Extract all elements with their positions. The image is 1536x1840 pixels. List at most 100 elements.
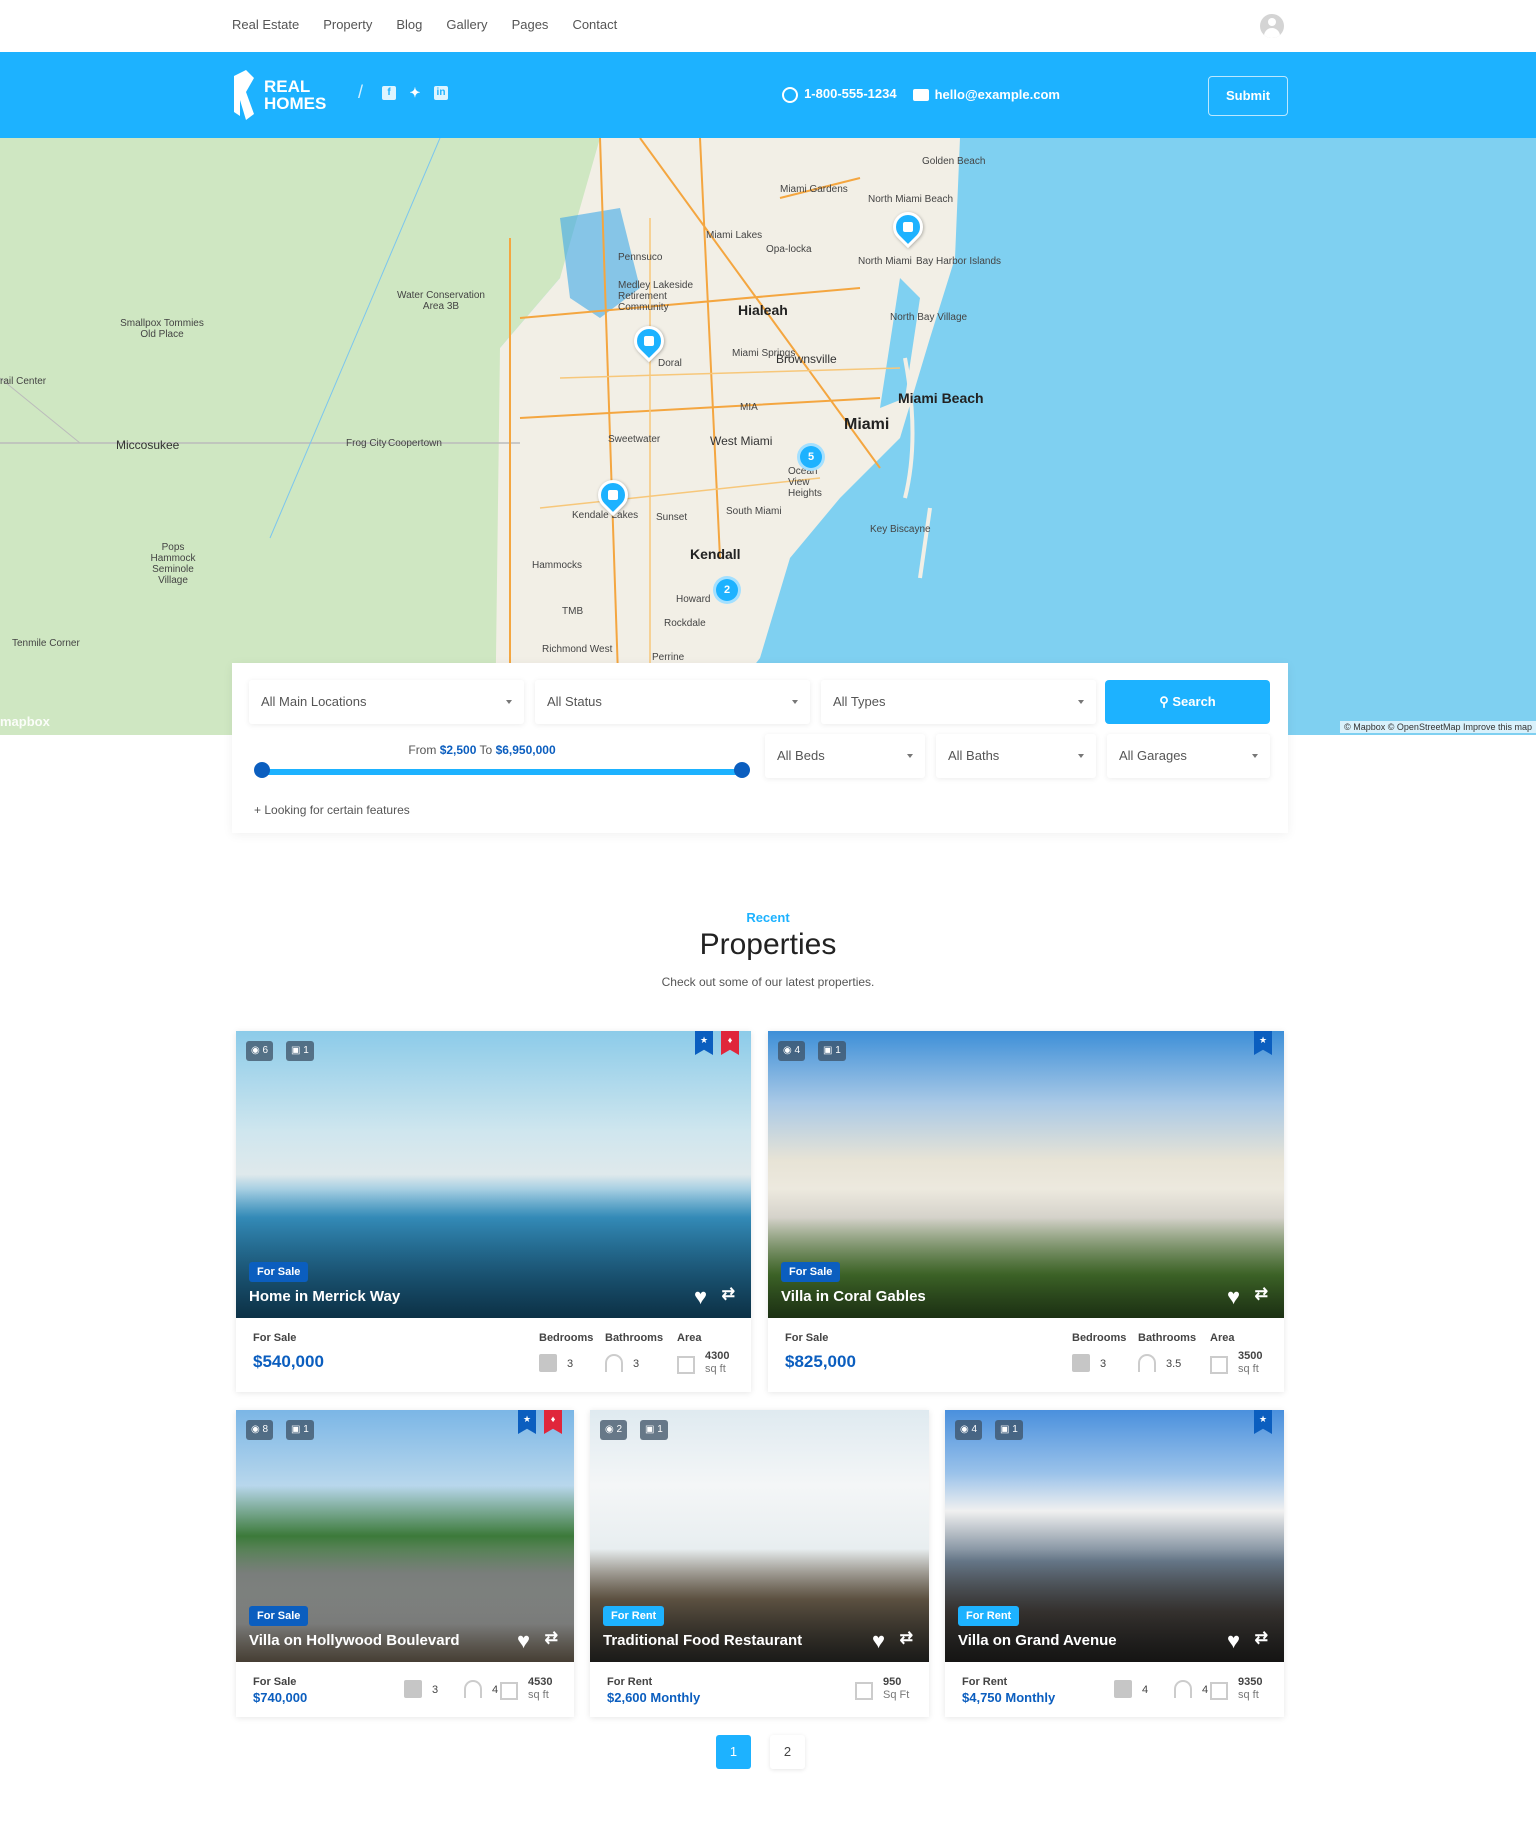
email-address: hello@example.com xyxy=(934,86,1060,102)
favorite-heart-icon[interactable]: ♥ xyxy=(517,1628,530,1654)
mail-icon xyxy=(912,89,929,102)
garages-select[interactable]: All Garages xyxy=(1107,734,1270,778)
top-navigation: Real Estate Property Blog Gallery Pages … xyxy=(0,0,1536,52)
area-icon xyxy=(1210,1356,1228,1374)
map-label: Smallpox Tommies Old Place xyxy=(120,318,204,340)
beds-select[interactable]: All Beds xyxy=(765,734,925,778)
main-menu: Real Estate Property Blog Gallery Pages … xyxy=(232,17,617,32)
map-label: Miami Lakes xyxy=(706,230,763,241)
favorite-heart-icon[interactable]: ♥ xyxy=(872,1628,885,1654)
property-status: For Rent xyxy=(962,1676,1008,1688)
map-label: Coopertown xyxy=(388,438,442,449)
favorite-heart-icon[interactable]: ♥ xyxy=(1227,1628,1240,1654)
search-button[interactable]: ⚲ Search xyxy=(1105,680,1270,724)
camera-icon: ◉ xyxy=(605,1424,614,1435)
property-image[interactable]: ◉ 6 ▣ 1 ★ ♦ For Sale Home in Merrick Way ♥ … xyxy=(236,1031,751,1318)
price-range-slider[interactable] xyxy=(262,769,742,775)
section-subtitle: Check out some of our latest properties. xyxy=(661,975,875,989)
property-image[interactable]: ◉ 4 ▣ 1 ★ For Sale Villa in Coral Gables ♥… xyxy=(768,1031,1284,1318)
social-links: f ✦ in xyxy=(382,86,448,100)
compare-arrows-icon[interactable]: ⇄ xyxy=(545,1628,558,1648)
more-features-toggle[interactable]: + Looking for certain features xyxy=(254,803,410,817)
area-value: 9350 sq ft xyxy=(1238,1676,1263,1701)
property-card[interactable]: ◉ 4 ▣ 1 ★ For Rent Villa on Grand Avenue ♥… xyxy=(945,1410,1284,1717)
area-label: Area xyxy=(677,1332,702,1344)
phone-link[interactable]: 1-800-555-1234 xyxy=(782,86,897,103)
favorite-heart-icon[interactable]: ♥ xyxy=(1227,1284,1240,1310)
status-badge[interactable]: For Sale xyxy=(781,1262,841,1282)
favorite-heart-icon[interactable]: ♥ xyxy=(694,1284,707,1310)
status-badge[interactable]: For Sale xyxy=(249,1606,309,1626)
map-label: Brownsville xyxy=(776,352,837,366)
property-image[interactable]: ◉ 8 ▣ 1 ★ ♦ For Sale Villa on Hollywood Bou… xyxy=(236,1410,574,1662)
property-title[interactable]: Traditional Food Restaurant xyxy=(603,1632,802,1649)
page-2-button[interactable]: 2 xyxy=(770,1735,805,1769)
camera-icon: ◉ xyxy=(960,1424,969,1435)
status-badge[interactable]: For Rent xyxy=(603,1606,665,1626)
property-title[interactable]: Home in Merrick Way xyxy=(249,1288,400,1305)
property-card[interactable]: ◉ 6 ▣ 1 ★ ♦ For Sale Home in Merrick Way ♥ … xyxy=(236,1031,751,1392)
linkedin-icon[interactable]: in xyxy=(434,86,448,100)
map-label: Rockdale xyxy=(664,618,706,629)
whatsapp-icon xyxy=(782,86,799,103)
bedrooms-value: 4 xyxy=(1142,1684,1149,1696)
baths-select[interactable]: All Baths xyxy=(936,734,1096,778)
map-label: Miami xyxy=(844,416,890,433)
location-select[interactable]: All Main Locations xyxy=(249,680,524,724)
property-card[interactable]: ◉ 4 ▣ 1 ★ For Sale Villa in Coral Gables ♥… xyxy=(768,1031,1284,1392)
menu-item-real-estate[interactable]: Real Estate xyxy=(232,17,299,32)
compare-arrows-icon[interactable]: ⇄ xyxy=(722,1284,735,1304)
compare-arrows-icon[interactable]: ⇄ xyxy=(900,1628,913,1648)
compare-arrows-icon[interactable]: ⇄ xyxy=(1255,1628,1268,1648)
status-badge[interactable]: For Rent xyxy=(958,1606,1020,1626)
property-title[interactable]: Villa on Hollywood Boulevard xyxy=(249,1632,460,1649)
price-max: $6,950,000 xyxy=(495,743,556,757)
map-label: North Bay Village xyxy=(890,312,968,323)
photo-count: ◉ 6 xyxy=(246,1041,274,1061)
email-link[interactable]: hello@example.com xyxy=(912,86,1060,102)
featured-star-icon: ★ xyxy=(518,1410,536,1434)
page-1-button[interactable]: 1 xyxy=(716,1735,751,1769)
compare-arrows-icon[interactable]: ⇄ xyxy=(1255,1284,1268,1304)
phone-number: 1-800-555-1234 xyxy=(804,86,897,101)
menu-item-contact[interactable]: Contact xyxy=(572,17,617,32)
video-icon: ▣ xyxy=(823,1045,833,1056)
map-attribution[interactable]: © Mapbox © OpenStreetMap Improve this ma… xyxy=(1340,721,1536,733)
facebook-icon[interactable]: f xyxy=(382,86,396,100)
bed-icon xyxy=(404,1680,422,1698)
property-image[interactable]: ◉ 4 ▣ 1 ★ For Rent Villa on Grand Avenue ♥… xyxy=(945,1410,1284,1662)
marker-cluster[interactable]: 5 xyxy=(797,443,825,471)
price-min-handle[interactable] xyxy=(254,762,270,778)
video-icon: ▣ xyxy=(291,1045,301,1056)
property-image[interactable]: ◉ 2 ▣ 1 For Rent Traditional Food Restaur… xyxy=(590,1410,929,1662)
status-badge[interactable]: For Sale xyxy=(249,1262,309,1282)
menu-item-gallery[interactable]: Gallery xyxy=(446,17,487,32)
area-icon xyxy=(855,1682,873,1700)
user-account-icon[interactable] xyxy=(1260,14,1284,38)
bathrooms-value: 3 xyxy=(633,1358,640,1370)
contact-info: 1-800-555-1234 hello@example.com xyxy=(782,86,1060,103)
map-label: West Miami xyxy=(710,434,773,448)
map-label: Tenmile Corner xyxy=(12,638,80,649)
menu-item-blog[interactable]: Blog xyxy=(396,17,422,32)
area-icon xyxy=(500,1682,518,1700)
submit-button[interactable]: Submit xyxy=(1208,76,1288,116)
type-select[interactable]: All Types xyxy=(821,680,1096,724)
property-map[interactable]: Golden Beach Miami Gardens North Miami B… xyxy=(0,138,1536,735)
menu-item-property[interactable]: Property xyxy=(323,17,372,32)
logo[interactable]: REAL HOMES xyxy=(232,70,326,120)
property-card[interactable]: ◉ 2 ▣ 1 For Rent Traditional Food Restaur… xyxy=(590,1410,929,1717)
marker-cluster[interactable]: 2 xyxy=(713,576,741,604)
price-max-handle[interactable] xyxy=(734,762,750,778)
twitter-icon[interactable]: ✦ xyxy=(408,86,422,100)
camera-icon: ◉ xyxy=(251,1045,260,1056)
photo-count: ◉ 4 xyxy=(778,1041,806,1061)
menu-item-pages[interactable]: Pages xyxy=(512,17,549,32)
area-icon xyxy=(1210,1682,1228,1700)
property-title[interactable]: Villa in Coral Gables xyxy=(781,1288,926,1305)
shower-icon xyxy=(605,1354,623,1372)
bedrooms-label: Bedrooms xyxy=(539,1332,594,1344)
status-select[interactable]: All Status xyxy=(535,680,810,724)
property-title[interactable]: Villa on Grand Avenue xyxy=(958,1632,1117,1649)
property-card[interactable]: ◉ 8 ▣ 1 ★ ♦ For Sale Villa on Hollywood Bou… xyxy=(236,1410,574,1717)
